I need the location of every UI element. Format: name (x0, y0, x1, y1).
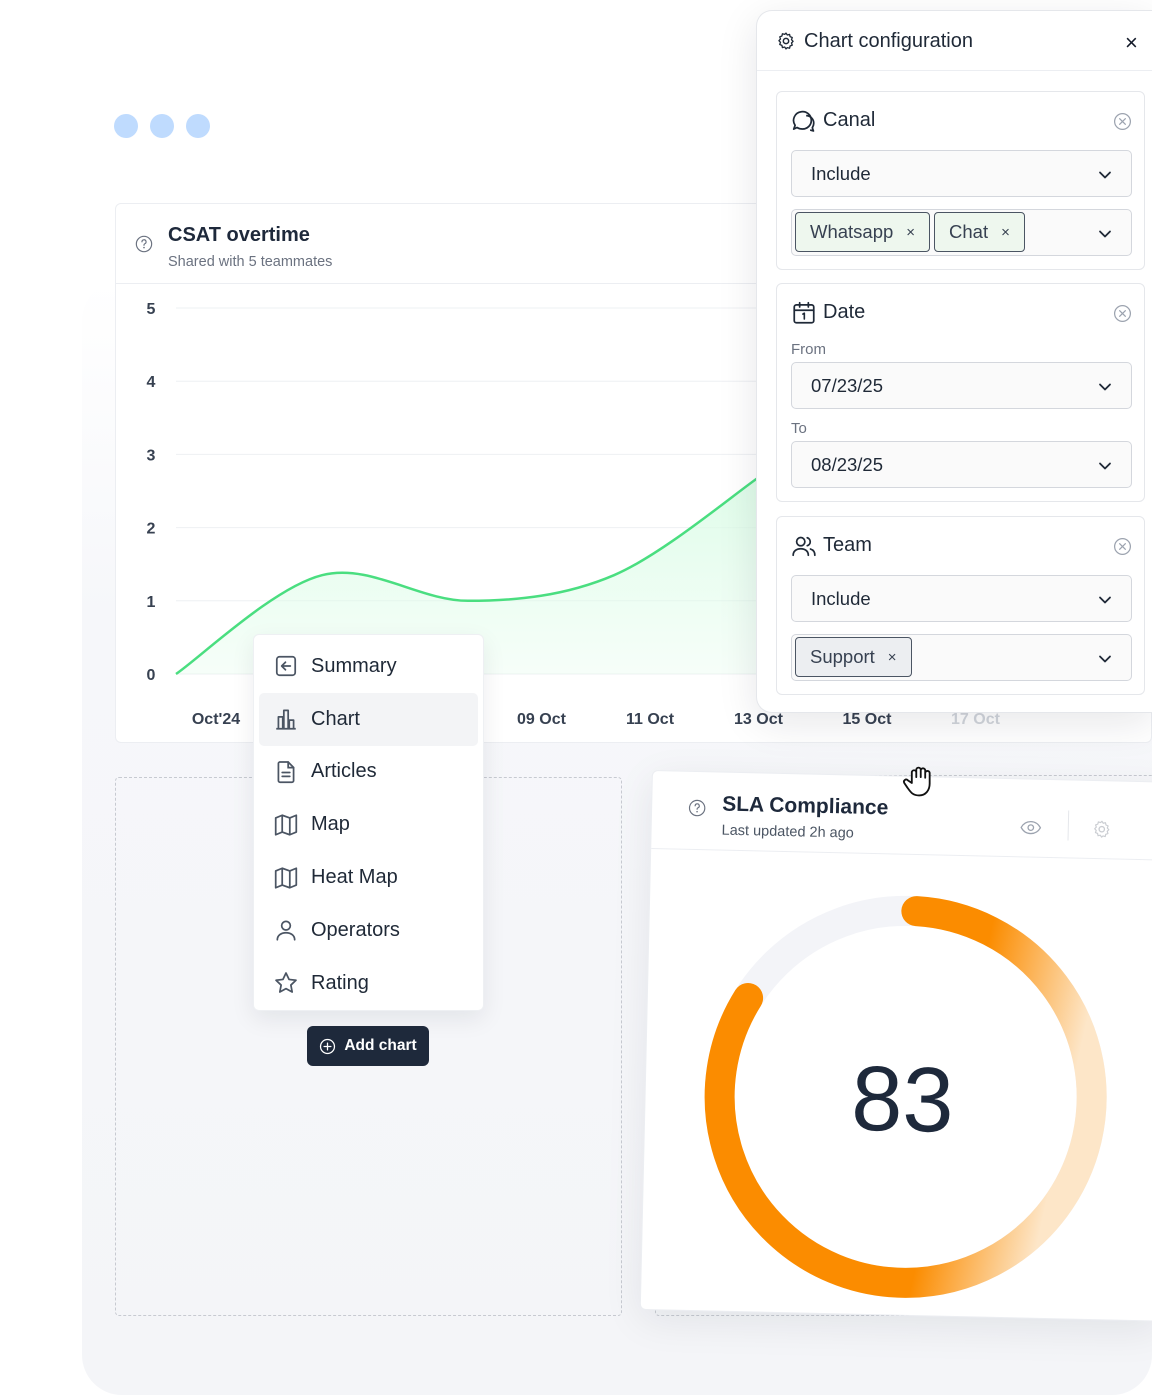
user-icon (276, 920, 296, 941)
tag-support[interactable]: Support × (795, 637, 912, 677)
chevron-down-icon (1099, 383, 1111, 391)
sla-title: SLA Compliance (721, 792, 889, 820)
to-label: To (791, 420, 807, 437)
menu-item-label: Chart (311, 707, 360, 730)
sla-compliance-card[interactable]: SLA Compliance Last updated 2h ago 83 (639, 770, 1152, 1322)
menu-item-summary[interactable]: Summary (259, 640, 478, 693)
canal-mode-select[interactable]: Include (791, 150, 1132, 197)
select-value: 08/23/25 (811, 454, 884, 475)
y-tick-label: 2 (147, 521, 156, 538)
x-tick-label: 09 Oct (517, 711, 567, 728)
team-mode-select[interactable]: Include (791, 575, 1132, 622)
tag-label: Chat (949, 221, 989, 242)
calendar-icon (793, 301, 815, 324)
y-tick-label: 0 (147, 667, 156, 684)
menu-item-operators[interactable]: Operators (259, 904, 478, 957)
chevron-down-icon (1099, 171, 1111, 179)
window-dot (186, 114, 210, 138)
canal-tags-select[interactable]: Whatsapp × Chat × (791, 209, 1132, 256)
y-tick-label: 1 (147, 594, 156, 611)
add-chart-button[interactable]: Add chart (307, 1026, 429, 1066)
select-value: 07/23/25 (811, 375, 884, 396)
menu-item-label: Operators (311, 918, 400, 941)
chat-bubble-icon (792, 110, 815, 132)
help-icon[interactable] (688, 799, 706, 817)
x-tick-label: 11 Oct (626, 711, 675, 728)
menu-item-label: Articles (311, 760, 377, 783)
gear-icon (778, 32, 794, 50)
tag-whatsapp[interactable]: Whatsapp × (795, 212, 931, 252)
add-chart-label: Add chart (344, 1037, 417, 1054)
remove-filter-icon[interactable] (1113, 112, 1132, 131)
map-icon (274, 814, 298, 836)
remove-filter-icon[interactable] (1113, 537, 1132, 556)
menu-item-chart[interactable]: Chart (259, 692, 478, 746)
menu-item-map[interactable]: Map (259, 798, 478, 851)
sla-subtitle: Last updated 2h ago (721, 822, 855, 842)
eye-icon[interactable] (1020, 819, 1042, 835)
tag-remove-icon[interactable]: × (1001, 224, 1010, 241)
section-title: Canal (823, 109, 876, 131)
bar-chart-icon (276, 709, 296, 730)
section-title: Team (823, 534, 872, 556)
date-from-select[interactable]: 07/23/25 (791, 362, 1132, 409)
chevron-down-icon (1099, 462, 1111, 470)
tag-label: Support (810, 646, 875, 667)
sla-gauge: 83 (704, 895, 1107, 1298)
section-title: Date (823, 301, 866, 323)
canal-filter-section: Canal Include Whatsapp × Chat × (776, 91, 1145, 270)
header-divider (1067, 810, 1070, 841)
config-panel-header: Chart configuration × (757, 11, 1152, 71)
gauge-value: 83 (850, 1048, 955, 1152)
gear-icon[interactable] (1092, 819, 1112, 839)
y-tick-label: 3 (147, 447, 156, 464)
menu-item-rating[interactable]: Rating (259, 957, 478, 1010)
grab-hand-cursor-icon (903, 766, 931, 797)
window-dot (114, 114, 138, 138)
menu-item-label: Rating (311, 971, 369, 994)
menu-item-label: Heat Map (311, 866, 398, 889)
from-label: From (791, 341, 826, 358)
x-tick-label: Oct'24 (192, 711, 240, 728)
y-tick-label: 5 (147, 301, 156, 318)
star-icon (275, 972, 297, 994)
date-filter-section: Date From 07/23/25 To 08/23/25 (776, 283, 1145, 502)
menu-item-heat-map[interactable]: Heat Map (259, 851, 478, 904)
remove-filter-icon[interactable] (1113, 304, 1132, 323)
chart-type-menu: Summary Chart Articles Map Heat Map Oper… (253, 634, 484, 1011)
x-tick-label: 13 Oct (734, 711, 784, 728)
chart-configuration-panel: Chart configuration × Canal Include What… (756, 10, 1152, 713)
close-button[interactable]: × (1125, 30, 1138, 56)
team-tags-select[interactable]: Support × (791, 634, 1132, 681)
chevron-down-icon (1099, 655, 1111, 663)
date-to-select[interactable]: 08/23/25 (791, 441, 1132, 488)
x-tick-label: 17 Oct (951, 711, 1001, 728)
heat-map-icon (274, 866, 298, 889)
plus-circle-icon (320, 1038, 336, 1054)
menu-item-label: Summary (311, 654, 397, 677)
tag-remove-icon[interactable]: × (906, 224, 915, 241)
tag-remove-icon[interactable]: × (888, 649, 897, 666)
select-value: Include (811, 588, 871, 609)
y-tick-label: 4 (147, 374, 156, 391)
users-icon (792, 536, 816, 557)
menu-item-articles[interactable]: Articles (259, 746, 478, 799)
tag-label: Whatsapp (810, 221, 894, 242)
window-dot (150, 114, 174, 138)
chevron-down-icon (1099, 596, 1111, 604)
team-filter-section: Team Include Support × (776, 516, 1145, 695)
document-icon (277, 761, 295, 784)
config-panel-title: Chart configuration (804, 30, 973, 52)
select-value: Include (811, 163, 871, 184)
window-dots (114, 114, 210, 138)
arrow-left-box-icon (275, 656, 297, 677)
x-tick-label: 15 Oct (843, 711, 893, 728)
chevron-down-icon (1099, 230, 1111, 238)
menu-item-label: Map (311, 813, 350, 836)
tag-chat[interactable]: Chat × (934, 212, 1025, 252)
